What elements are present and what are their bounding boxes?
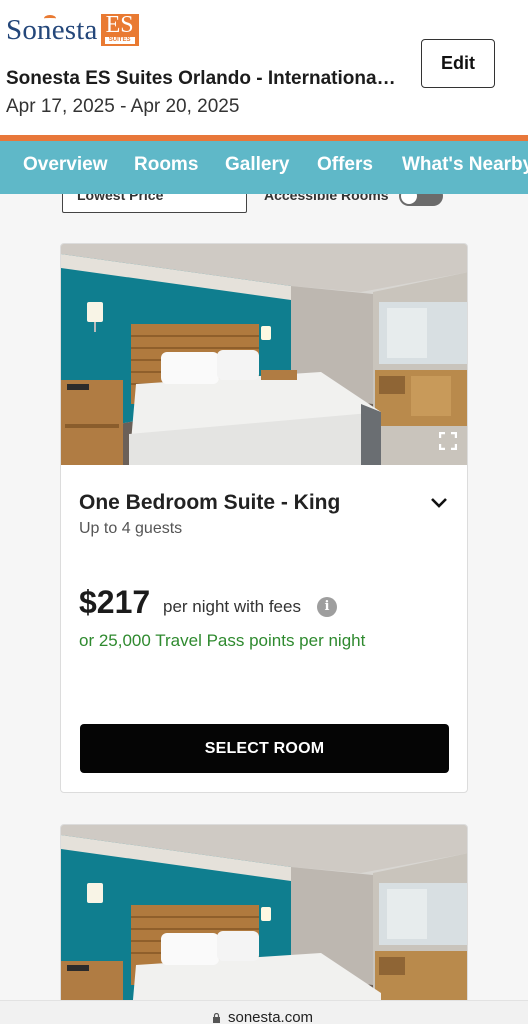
room-card: One Bedroom Suite - King Up to 4 guests … [60, 243, 468, 793]
room-photo[interactable] [61, 825, 467, 1023]
room-photo[interactable] [61, 244, 467, 465]
price-note: per night with fees [163, 597, 301, 616]
logo-es-badge: ES SUITES [100, 12, 139, 46]
url-text: sonesta.com [228, 1009, 314, 1024]
room-name: One Bedroom Suite - King [79, 491, 341, 514]
room-photo-illustration [61, 825, 467, 1023]
chevron-down-icon[interactable] [429, 496, 449, 510]
logo-es-text: ES [105, 12, 134, 38]
room-filters: Lowest Price ⌄ Accessible Rooms [0, 194, 528, 218]
nav-tab-whats-nearby[interactable]: What's Nearby [402, 141, 528, 194]
nav-tab-overview[interactable]: Overview [23, 141, 108, 194]
select-room-button[interactable]: SELECT ROOM [80, 724, 449, 773]
stay-dates: Apr 17, 2025 - Apr 20, 2025 [6, 96, 240, 117]
browser-url-bar[interactable]: sonesta.com [0, 1000, 528, 1024]
sonesta-logo[interactable]: Sonesta ES SUITES [6, 12, 139, 48]
info-icon[interactable]: i [317, 597, 337, 617]
logo-suites-text: SUITES [104, 37, 135, 44]
sort-select[interactable]: Lowest Price ⌄ [62, 194, 247, 213]
accessible-rooms-toggle[interactable] [399, 194, 443, 206]
room-price: $217 [79, 584, 151, 620]
hotel-name: Sonesta ES Suites Orlando - Internationa… [6, 68, 396, 89]
expand-icon[interactable] [439, 432, 457, 450]
toggle-knob [401, 194, 417, 204]
logo-swoosh [44, 15, 56, 22]
sort-select-value: Lowest Price [77, 194, 164, 203]
app-header: Sonesta ES SUITES Sonesta ES Suites Orla… [0, 0, 528, 135]
chevron-down-icon: ⌄ [227, 194, 236, 196]
accessible-rooms-label: Accessible Rooms [264, 194, 389, 203]
section-nav: Overview Rooms Gallery Offers What's Nea… [0, 141, 528, 194]
room-card [60, 824, 468, 1024]
travel-pass-points: or 25,000 Travel Pass points per night [79, 631, 366, 650]
room-guests: Up to 4 guests [79, 520, 183, 537]
nav-tab-gallery[interactable]: Gallery [225, 141, 289, 194]
nav-tab-rooms[interactable]: Rooms [134, 141, 198, 194]
nav-tab-offers[interactable]: Offers [317, 141, 373, 194]
lock-icon [213, 1013, 220, 1023]
room-photo-illustration [61, 244, 467, 465]
edit-button[interactable]: Edit [421, 39, 495, 88]
